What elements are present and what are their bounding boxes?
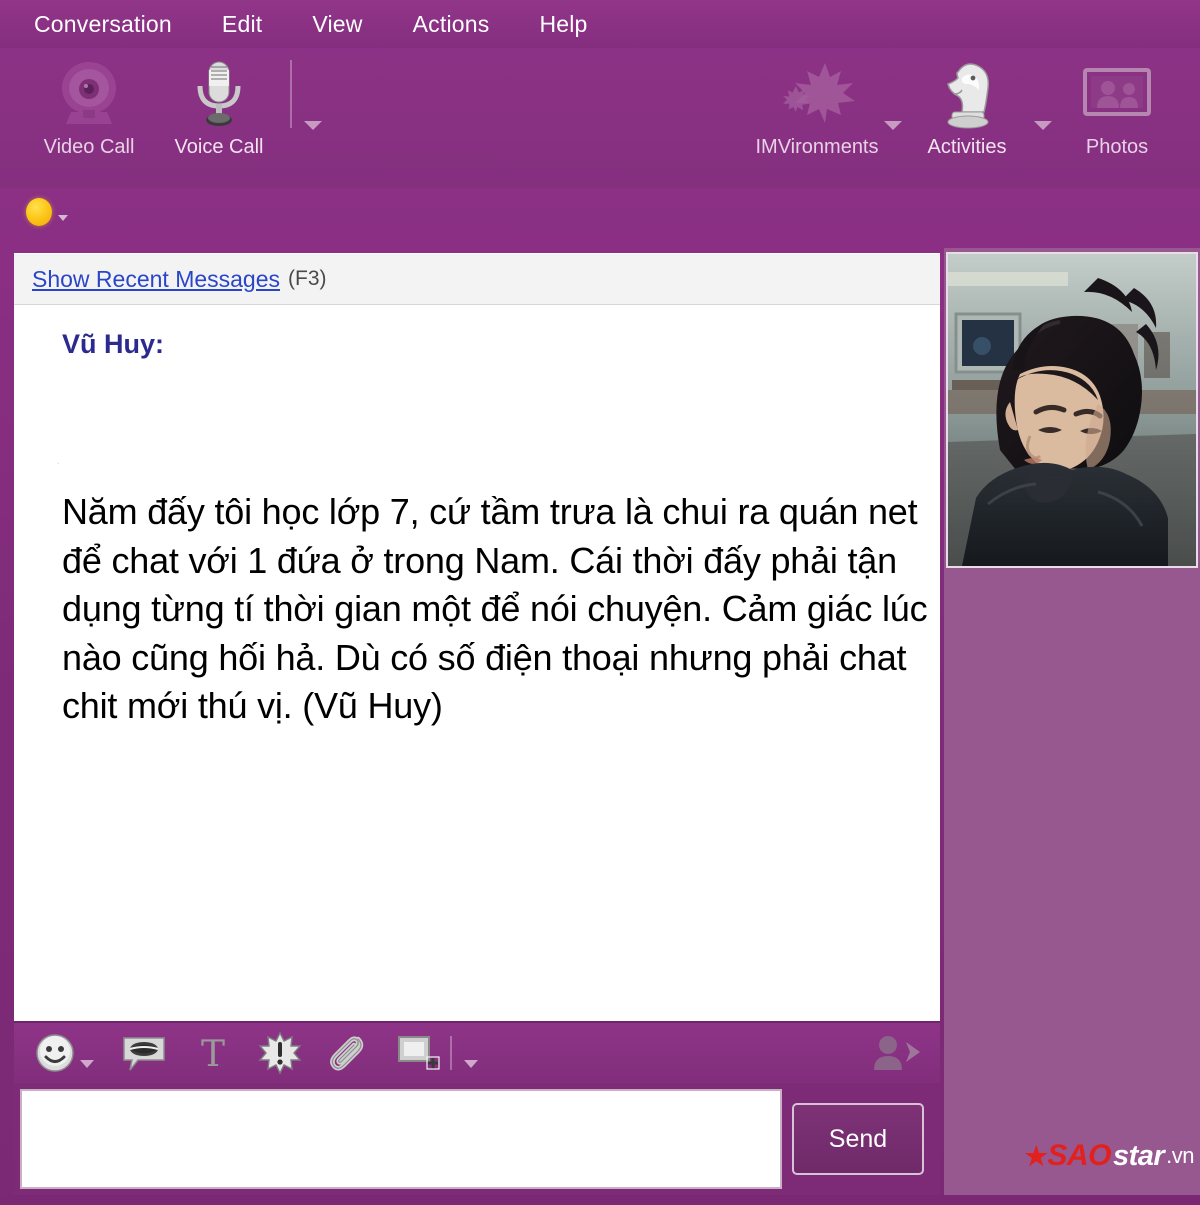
photos-label: Photos bbox=[1085, 136, 1149, 158]
voice-call-label: Voice Call bbox=[174, 136, 264, 158]
menu-actions[interactable]: Actions bbox=[413, 9, 518, 40]
status-away-icon bbox=[26, 198, 52, 226]
status-indicator[interactable] bbox=[26, 198, 68, 226]
message-input[interactable] bbox=[22, 1091, 780, 1187]
menu-edit[interactable]: Edit bbox=[222, 9, 290, 40]
toolbar-left-group: Video Call Voice Call bbox=[24, 48, 322, 159]
menu-help[interactable]: Help bbox=[539, 9, 615, 40]
emoticon-icon[interactable] bbox=[34, 1032, 76, 1074]
activities-label: Activities bbox=[927, 136, 1007, 158]
menu-bar: Conversation Edit View Actions Help bbox=[0, 0, 1200, 48]
screen-capture-chevron-down-icon[interactable] bbox=[464, 1060, 478, 1068]
attach-file-icon[interactable] bbox=[328, 1031, 370, 1075]
watermark-vn: .vn bbox=[1166, 1143, 1194, 1168]
show-recent-messages-shortcut: (F3) bbox=[288, 267, 327, 290]
imvironments-chevron-down-icon[interactable] bbox=[884, 121, 902, 130]
text-format-icon[interactable]: T bbox=[194, 1032, 232, 1074]
invite-contact-icon[interactable] bbox=[868, 1032, 924, 1074]
window-bottom-edge bbox=[0, 1195, 1200, 1205]
screen-capture-icon[interactable] bbox=[396, 1031, 442, 1075]
voice-call-button[interactable]: Voice Call bbox=[154, 48, 284, 159]
message-history[interactable]: Vũ Huy: · Năm đấy tôi học lớp 7, cứ tầm … bbox=[14, 305, 940, 1021]
status-chevron-down-icon[interactable] bbox=[58, 215, 68, 221]
voice-call-chevron-down-icon[interactable] bbox=[304, 121, 322, 130]
compose-area: Send bbox=[14, 1083, 940, 1197]
toolbar-divider bbox=[290, 60, 292, 128]
microphone-icon bbox=[184, 58, 254, 130]
maple-leaf-icon bbox=[775, 58, 859, 130]
activities-button[interactable]: Activities bbox=[902, 48, 1032, 159]
video-call-button[interactable]: Video Call bbox=[24, 48, 154, 159]
emoticon-chevron-down-icon[interactable] bbox=[80, 1060, 94, 1068]
watermark-star: star bbox=[1112, 1139, 1165, 1172]
conversation-body: Show Recent Messages (F3) Vũ Huy: · Năm … bbox=[0, 248, 1200, 1205]
svg-text:T: T bbox=[201, 1034, 225, 1074]
chat-column: Show Recent Messages (F3) Vũ Huy: · Năm … bbox=[14, 253, 940, 1197]
imvironments-button[interactable]: IMVironments bbox=[752, 48, 882, 159]
message-input-wrapper[interactable] bbox=[20, 1089, 782, 1189]
activities-chevron-down-icon[interactable] bbox=[1034, 121, 1052, 130]
photos-frame-icon bbox=[1077, 58, 1157, 130]
chess-knight-icon bbox=[936, 58, 998, 130]
webcam-icon bbox=[49, 58, 129, 130]
menu-conversation[interactable]: Conversation bbox=[34, 9, 200, 40]
show-recent-messages-link[interactable]: Show Recent Messages bbox=[32, 266, 280, 293]
message-sender-name: Vũ Huy: bbox=[62, 329, 165, 359]
video-call-label: Video Call bbox=[43, 136, 135, 158]
audibles-icon[interactable] bbox=[120, 1032, 168, 1074]
message-body: Năm đấy tôi học lớp 7, cứ tầm trưa là ch… bbox=[62, 491, 928, 727]
yahoo-messenger-window: Conversation Edit View Actions Help Vide… bbox=[0, 0, 1200, 1205]
contact-panel: ★ SAO star .vn bbox=[944, 248, 1200, 1205]
menu-view[interactable]: View bbox=[312, 9, 390, 40]
toolbar-right-group: IMVironments Activities Photos bbox=[752, 48, 1182, 159]
toolbar-divider bbox=[450, 1036, 452, 1070]
im-format-toolbar: T bbox=[14, 1021, 940, 1083]
main-toolbar: Video Call Voice Call IMVironments Activ… bbox=[0, 48, 1200, 188]
photos-button[interactable]: Photos bbox=[1052, 48, 1182, 159]
saostar-watermark: ★ SAO star .vn bbox=[1024, 1139, 1195, 1173]
buzz-icon[interactable] bbox=[258, 1031, 302, 1075]
recent-messages-bar: Show Recent Messages (F3) bbox=[14, 253, 940, 305]
contact-photo bbox=[946, 252, 1198, 568]
send-button[interactable]: Send bbox=[792, 1103, 924, 1175]
faded-artifact: · bbox=[56, 455, 61, 470]
star-icon: ★ bbox=[1024, 1140, 1048, 1171]
watermark-sao: SAO bbox=[1047, 1139, 1111, 1172]
imvironments-label: IMVironments bbox=[755, 136, 879, 158]
